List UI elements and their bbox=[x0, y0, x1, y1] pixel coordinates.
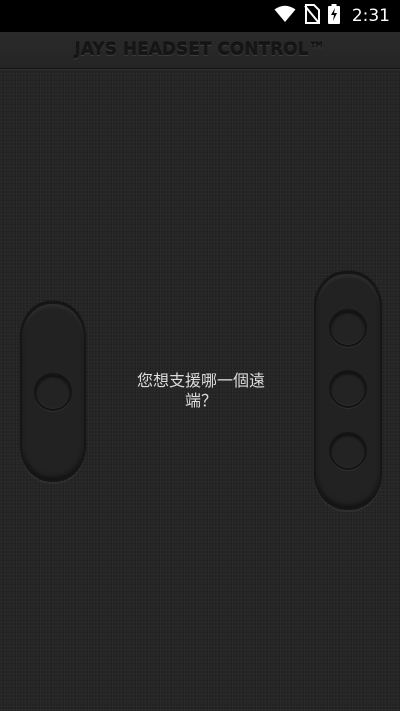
remote-selection-prompt: 您想支援哪一個遠端？ bbox=[136, 371, 265, 410]
title-bar: JAYS HEADSET CONTROL™ bbox=[0, 32, 400, 69]
remote-left-center-button[interactable] bbox=[34, 373, 72, 411]
wifi-icon bbox=[274, 5, 296, 27]
app-title: JAYS HEADSET CONTROL™ bbox=[74, 40, 326, 60]
status-icons: 2:31 bbox=[274, 0, 390, 32]
app-screen: 2:31 JAYS HEADSET CONTROL™ 您想支援哪一個遠端？ bbox=[0, 0, 400, 711]
remote-right-bottom-button[interactable] bbox=[329, 432, 367, 470]
remote-single-button[interactable] bbox=[20, 302, 86, 482]
battery-charging-icon bbox=[327, 4, 340, 28]
remote-right-middle-button[interactable] bbox=[329, 370, 367, 408]
no-sim-icon bbox=[304, 4, 320, 28]
status-time: 2:31 bbox=[351, 6, 390, 26]
remote-right-top-button[interactable] bbox=[329, 309, 367, 347]
remote-three-button[interactable] bbox=[314, 272, 382, 510]
status-bar: 2:31 bbox=[0, 0, 400, 32]
